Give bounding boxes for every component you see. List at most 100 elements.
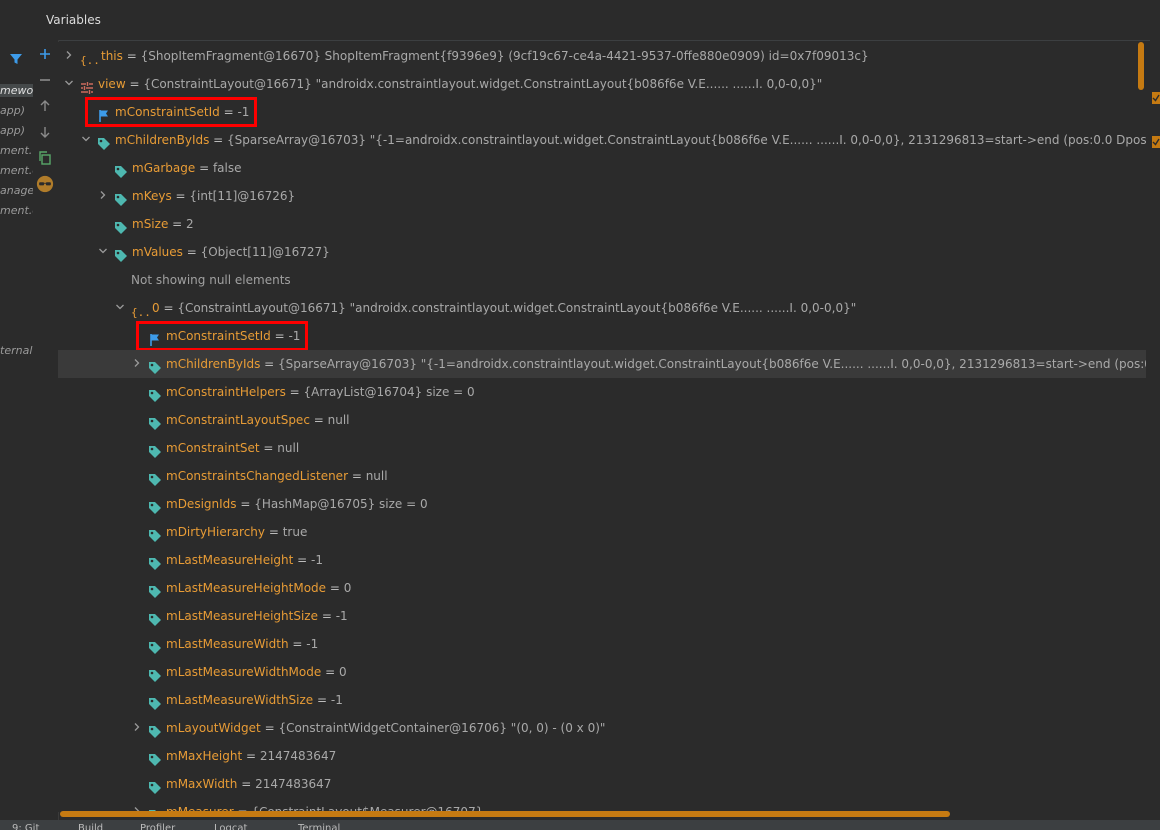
variable-name: mChildrenByIds	[166, 357, 261, 371]
right-gutter	[1150, 40, 1160, 820]
move-down-icon[interactable]	[36, 123, 54, 141]
variables-header: Variables	[33, 0, 1160, 41]
tree-row[interactable]: mLastMeasureWidthSize = -1	[58, 686, 1146, 714]
tree-row[interactable]: mLastMeasureWidth = -1	[58, 630, 1146, 658]
panel-title: Variables	[46, 13, 101, 27]
tree-row[interactable]: mChildrenByIds = {SparseArray@16703} "{-…	[58, 350, 1146, 378]
variable-value: 2147483647	[255, 777, 332, 791]
variable-value: -1	[311, 553, 324, 567]
field-tag-icon	[148, 581, 162, 598]
variable-value: {Object[11]@16727}	[200, 245, 330, 259]
chevron-right-icon[interactable]	[130, 798, 144, 812]
equals-sign: =	[309, 413, 328, 427]
tree-row[interactable]: mLastMeasureHeight = -1	[58, 546, 1146, 574]
bottom-tab[interactable]: Build	[78, 823, 103, 830]
bottom-tab[interactable]: 9: Git	[12, 823, 39, 830]
equals-sign: =	[265, 525, 283, 539]
glasses-icon[interactable]	[36, 175, 54, 193]
bottom-tab[interactable]: Logcat	[214, 823, 247, 830]
field-tag-icon	[148, 441, 162, 458]
variable-value: {HashMap@16705} size = 0	[254, 497, 428, 511]
chevron-right-icon[interactable]	[130, 350, 144, 378]
tree-row[interactable]: mValues = {Object[11]@16727}	[58, 238, 1146, 266]
vertical-scrollbar[interactable]	[1138, 42, 1144, 90]
tree-row[interactable]: mLastMeasureHeightSize = -1	[58, 602, 1146, 630]
variable-name: mSize	[132, 217, 169, 231]
project-panel-fragment: mewor app) app) ment. ment.c anager ment.c tern…	[0, 0, 33, 830]
chevron-down-icon[interactable]	[96, 238, 110, 266]
variable-name: mConstraintLayoutSpec	[166, 413, 310, 427]
remove-watch-icon[interactable]	[36, 71, 54, 89]
variable-name: mChildrenByIds	[115, 133, 210, 147]
tree-row[interactable]: mMaxWidth = 2147483647	[58, 770, 1146, 798]
project-tree-fragment[interactable]: ment.c	[0, 204, 33, 217]
tree-row[interactable]: mLastMeasureHeightMode = 0	[58, 574, 1146, 602]
tree-row[interactable]: mConstraintHelpers = {ArrayList@16704} s…	[58, 378, 1146, 406]
field-tag-icon	[148, 469, 162, 486]
variable-name: mLastMeasureWidth	[166, 637, 289, 651]
project-tree-fragment[interactable]: app)	[0, 104, 25, 117]
equals-sign: =	[321, 665, 339, 679]
variable-value: null	[365, 469, 388, 483]
project-tree-fragment[interactable]: mewor	[0, 84, 33, 97]
add-watch-icon[interactable]	[36, 45, 54, 63]
variable-name: mLayoutWidget	[166, 721, 261, 735]
field-tag-icon	[114, 245, 128, 262]
variable-value: 2147483647	[259, 749, 337, 763]
chevron-down-icon[interactable]	[62, 70, 76, 98]
chevron-down-icon[interactable]	[79, 126, 93, 154]
move-up-icon[interactable]	[36, 97, 54, 115]
tree-row[interactable]: mDesignIds = {HashMap@16705} size = 0	[58, 490, 1146, 518]
variable-value: {SparseArray@16703} "{-1=androidx.constr…	[227, 133, 1146, 147]
equals-sign: =	[236, 497, 255, 511]
equals-sign: =	[122, 49, 141, 63]
equals-sign: =	[326, 581, 344, 595]
project-tree-fragment[interactable]: ternal.	[0, 344, 33, 357]
project-tree-fragment[interactable]: anager	[0, 184, 33, 197]
variable-name: mDesignIds	[166, 497, 237, 511]
chevron-right-icon[interactable]	[130, 714, 144, 742]
tree-row[interactable]: mConstraintsChangedListener = null	[58, 462, 1146, 490]
variable-value: {ArrayList@16704} size = 0	[303, 385, 475, 399]
tree-row[interactable]: mDirtyHierarchy = true	[58, 518, 1146, 546]
chevron-right-icon[interactable]	[62, 42, 76, 70]
field-tag-icon	[148, 525, 162, 542]
tree-row[interactable]: mSize = 2	[58, 210, 1146, 238]
tree-row[interactable]: mConstraintSet = null	[58, 434, 1146, 462]
variables-tree[interactable]: {..}this = {ShopItemFragment@16670} Shop…	[58, 42, 1146, 812]
variable-value: null	[277, 441, 300, 455]
equals-sign: =	[168, 217, 187, 231]
tree-row[interactable]: mMeasurer = {ConstraintLayout$Measurer@1…	[58, 798, 1146, 812]
chevron-down-icon[interactable]	[113, 294, 127, 322]
field-tag-icon	[148, 357, 162, 374]
tree-row[interactable]: Not showing null elements	[58, 266, 1146, 294]
project-tree-fragment[interactable]: ment.c	[0, 164, 33, 177]
tree-row[interactable]: mLayoutWidget = {ConstraintWidgetContain…	[58, 714, 1146, 742]
tree-row[interactable]: {..}0 = {ConstraintLayout@16671} "androi…	[58, 294, 1146, 322]
project-tree-fragment[interactable]: ment.	[0, 144, 32, 157]
copy-icon[interactable]	[36, 149, 54, 167]
variable-value: true	[282, 525, 308, 539]
tree-row[interactable]: mKeys = {int[11]@16726}	[58, 182, 1146, 210]
tree-row[interactable]: view = {ConstraintLayout@16671} "android…	[58, 70, 1146, 98]
variable-value: {ConstraintWidgetContainer@16706} "(0, 0…	[278, 721, 606, 735]
tree-row[interactable]: mChildrenByIds = {SparseArray@16703} "{-…	[58, 126, 1146, 154]
variable-name: mGarbage	[132, 161, 196, 175]
bottom-tab[interactable]: Profiler	[140, 823, 175, 830]
variable-name: mLastMeasureHeight	[166, 553, 294, 567]
tree-row[interactable]: mGarbage = false	[58, 154, 1146, 182]
tree-row[interactable]: {..}this = {ShopItemFragment@16670} Shop…	[58, 42, 1146, 70]
project-tree-fragment[interactable]: app)	[0, 124, 25, 137]
filter-icon[interactable]	[9, 52, 23, 69]
variables-toolbar	[33, 40, 59, 820]
field-tag-icon	[148, 665, 162, 682]
horizontal-scrollbar[interactable]	[60, 811, 950, 817]
tree-row[interactable]: mConstraintLayoutSpec = null	[58, 406, 1146, 434]
field-tag-icon	[148, 497, 162, 514]
tree-row[interactable]: mMaxHeight = 2147483647	[58, 742, 1146, 770]
equals-sign: =	[318, 609, 336, 623]
tree-row[interactable]: mLastMeasureWidthMode = 0	[58, 658, 1146, 686]
chevron-right-icon[interactable]	[96, 182, 110, 210]
bottom-tab[interactable]: Terminal	[298, 823, 340, 830]
equals-sign: =	[260, 357, 279, 371]
